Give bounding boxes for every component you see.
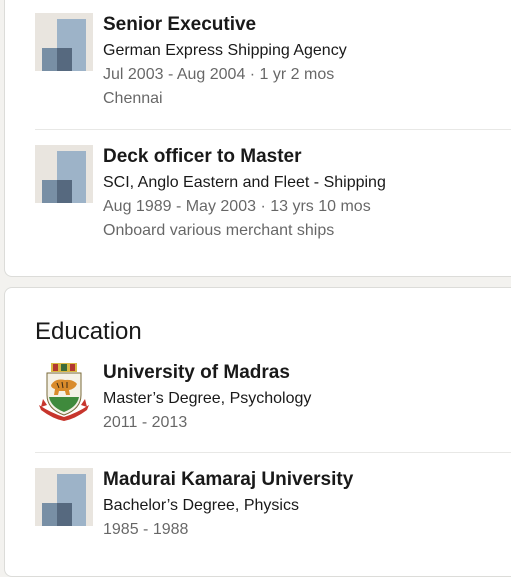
employment-dates: Jul 2003 - Aug 2004 · 1 yr 2 mos (103, 66, 335, 83)
company-name: SCI, Anglo Eastern and Fleet - Shipping (103, 174, 386, 191)
university-seal-icon[interactable] (35, 361, 93, 423)
job-title[interactable]: Deck officer to Master (103, 145, 511, 169)
divider (35, 129, 511, 130)
education-item[interactable]: Madurai Kamaraj University Bachelor’s De… (35, 468, 511, 558)
company-name: German Express Shipping Agency (103, 42, 347, 59)
degree-name: Bachelor’s Degree, Physics (103, 497, 299, 514)
job-location: Chennai (103, 90, 163, 107)
education-years: 1985 - 1988 (103, 521, 189, 538)
education-card: Education University of Madras Master’s … (4, 287, 511, 577)
divider (35, 452, 511, 453)
section-heading: Education (35, 318, 142, 345)
education-years: 2011 - 2013 (103, 414, 188, 431)
experience-item[interactable]: Deck officer to Master SCI, Anglo Easter… (35, 145, 511, 255)
job-title[interactable]: Senior Executive (103, 13, 511, 37)
degree-name: Master’s Degree, Psychology (103, 390, 312, 407)
employment-dates: Aug 1989 - May 2003 · 13 yrs 10 mos (103, 198, 371, 215)
company-placeholder-icon[interactable] (35, 145, 93, 203)
education-item[interactable]: University of Madras Master’s Degree, Ps… (35, 361, 511, 451)
school-name[interactable]: University of Madras (103, 361, 511, 385)
experience-card: Senior Executive German Express Shipping… (4, 0, 511, 277)
school-name[interactable]: Madurai Kamaraj University (103, 468, 511, 492)
experience-item[interactable]: Senior Executive German Express Shipping… (35, 13, 511, 123)
job-location: Onboard various merchant ships (103, 222, 335, 239)
company-placeholder-icon[interactable] (35, 13, 93, 71)
company-placeholder-icon[interactable] (35, 468, 93, 526)
